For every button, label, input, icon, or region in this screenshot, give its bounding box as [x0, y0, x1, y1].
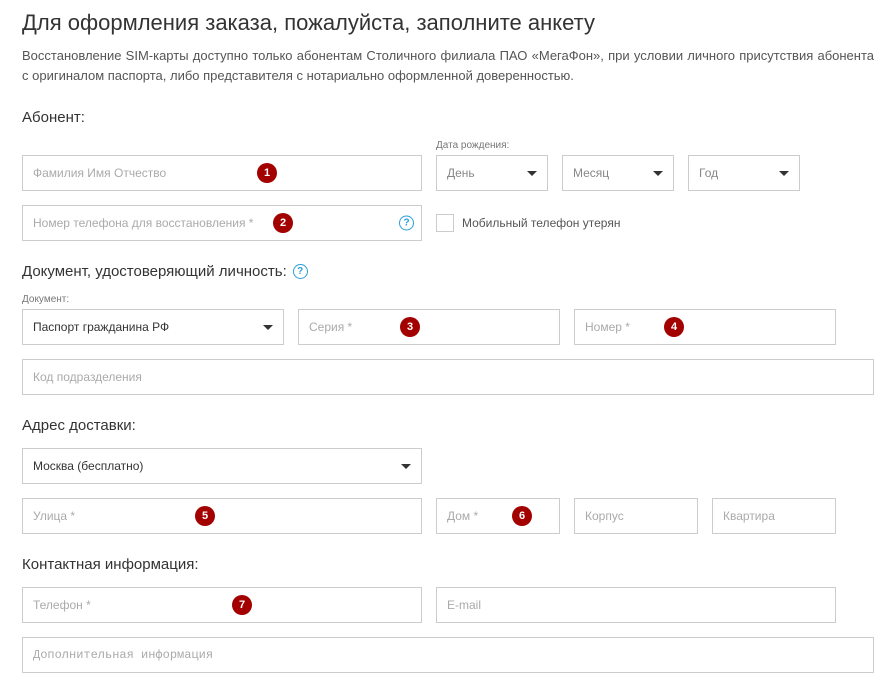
restore-phone-input[interactable] — [22, 205, 422, 241]
doc-series-input[interactable] — [298, 309, 560, 345]
section-document-title: Документ, удостоверяющий личность: ? — [22, 263, 874, 280]
chevron-down-icon — [527, 171, 537, 176]
doc-division-input[interactable] — [22, 359, 874, 395]
building-input[interactable] — [574, 498, 698, 534]
section-contact-title: Контактная информация: — [22, 556, 874, 573]
help-icon[interactable]: ? — [293, 264, 308, 279]
page-title: Для оформления заказа, пожалуйста, запол… — [22, 10, 874, 36]
contact-email-input[interactable] — [436, 587, 836, 623]
delivery-city-select[interactable]: Москва (бесплатно) — [22, 448, 422, 484]
doc-type-select[interactable]: Паспорт гражданина РФ — [22, 309, 284, 345]
doc-type-value: Паспорт гражданина РФ — [33, 320, 169, 334]
dob-year-value: Год — [699, 166, 718, 180]
chevron-down-icon — [263, 325, 273, 330]
doc-type-label: Документ: — [22, 294, 284, 305]
delivery-city-value: Москва (бесплатно) — [33, 459, 143, 473]
dob-label: Дата рождения: — [436, 140, 548, 151]
phone-lost-label: Мобильный телефон утерян — [462, 216, 620, 230]
help-icon[interactable]: ? — [399, 216, 414, 231]
doc-number-input[interactable] — [574, 309, 836, 345]
dob-year-select[interactable]: Год — [688, 155, 800, 191]
apartment-input[interactable] — [712, 498, 836, 534]
phone-lost-checkbox[interactable] — [436, 214, 454, 232]
dob-month-value: Месяц — [573, 166, 609, 180]
contact-phone-input[interactable] — [22, 587, 422, 623]
street-input[interactable] — [22, 498, 422, 534]
dob-month-select[interactable]: Месяц — [562, 155, 674, 191]
dob-day-select[interactable]: День — [436, 155, 548, 191]
chevron-down-icon — [779, 171, 789, 176]
section-subscriber-title: Абонент: — [22, 109, 874, 126]
chevron-down-icon — [653, 171, 663, 176]
dob-day-value: День — [447, 166, 475, 180]
fio-input[interactable] — [22, 155, 422, 191]
section-document-title-text: Документ, удостоверяющий личность: — [22, 263, 287, 280]
chevron-down-icon — [401, 464, 411, 469]
extra-info-input[interactable] — [22, 637, 874, 673]
page-description: Восстановление SIM-карты доступно только… — [22, 46, 874, 85]
house-input[interactable] — [436, 498, 560, 534]
section-delivery-title: Адрес доставки: — [22, 417, 874, 434]
